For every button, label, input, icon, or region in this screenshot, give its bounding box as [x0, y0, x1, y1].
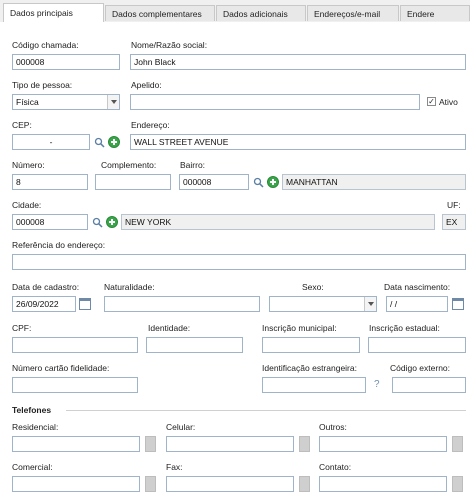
- apelido-label: Apelido:: [131, 80, 162, 90]
- cep-label: CEP:: [12, 120, 32, 130]
- bairro-code-input[interactable]: 000008: [179, 174, 249, 190]
- tab-enderecos-more[interactable]: Endere: [400, 5, 470, 21]
- data-nascimento-label: Data nascimento:: [384, 282, 451, 292]
- tab-dados-complementares[interactable]: Dados complementares: [105, 5, 215, 21]
- codigo-externo-label: Código externo:: [390, 363, 451, 373]
- add-icon: [267, 176, 279, 188]
- referencia-label: Referência do endereço:: [12, 240, 106, 250]
- add-icon: [106, 216, 118, 228]
- sexo-select[interactable]: [269, 296, 377, 312]
- cpf-input[interactable]: [12, 337, 138, 353]
- contato-input[interactable]: [319, 476, 447, 492]
- numero-label: Número:: [12, 160, 45, 170]
- outros-action-button[interactable]: [452, 436, 463, 452]
- uf-label: UF:: [447, 200, 461, 210]
- inscricao-estadual-label: Inscrição estadual:: [369, 323, 440, 333]
- tab-dados-adicionais[interactable]: Dados adicionais: [216, 5, 306, 21]
- naturalidade-label: Naturalidade:: [104, 282, 155, 292]
- tab-enderecos-email[interactable]: Endereços/e-mail: [307, 5, 399, 21]
- fax-label: Fax:: [166, 462, 183, 472]
- inscricao-estadual-input[interactable]: [368, 337, 466, 353]
- cidade-add-button[interactable]: [105, 214, 119, 230]
- codigo-externo-input[interactable]: [392, 377, 466, 393]
- sexo-label: Sexo:: [302, 282, 324, 292]
- cidade-search-button[interactable]: [90, 214, 104, 230]
- tab-dados-principais[interactable]: Dados principais: [3, 3, 104, 23]
- celular-action-button[interactable]: [299, 436, 310, 452]
- codigo-chamada-input[interactable]: 000008: [12, 54, 120, 70]
- data-cadastro-input[interactable]: 26/09/2022: [12, 296, 76, 312]
- complemento-label: Complemento:: [101, 160, 157, 170]
- search-icon: [92, 217, 103, 228]
- search-icon: [253, 177, 264, 188]
- residencial-action-button[interactable]: [145, 436, 156, 452]
- residencial-label: Residencial:: [12, 422, 59, 432]
- identificacao-estrangeira-label: Identificação estrangeira:: [262, 363, 357, 373]
- nome-input[interactable]: John Black: [130, 54, 466, 70]
- endereco-label: Endereço:: [131, 120, 170, 130]
- cartao-fidelidade-input[interactable]: [12, 377, 138, 393]
- comercial-input[interactable]: [12, 476, 140, 492]
- identificacao-estrangeira-input[interactable]: [262, 377, 366, 393]
- tipo-pessoa-value: Física: [16, 97, 39, 107]
- cartao-fidelidade-label: Número cartão fidelidade:: [12, 363, 110, 373]
- nome-label: Nome/Razão social:: [131, 40, 208, 50]
- telefones-divider: [66, 410, 466, 411]
- outros-label: Outros:: [319, 422, 347, 432]
- codigo-chamada-label: Código chamada:: [12, 40, 79, 50]
- tipo-pessoa-label: Tipo de pessoa:: [12, 80, 73, 90]
- endereco-input[interactable]: WALL STREET AVENUE: [130, 134, 466, 150]
- cpf-label: CPF:: [12, 323, 32, 333]
- telefones-title: Telefones: [12, 405, 52, 415]
- search-icon: [94, 137, 105, 148]
- fax-action-button[interactable]: [299, 476, 310, 492]
- numero-input[interactable]: 8: [12, 174, 88, 190]
- inscricao-municipal-label: Inscrição municipal:: [262, 323, 337, 333]
- uf-field: EX: [442, 214, 466, 230]
- bairro-name-field: MANHATTAN: [282, 174, 466, 190]
- identidade-label: Identidade:: [148, 323, 191, 333]
- cidade-name-field: NEW YORK: [121, 214, 435, 230]
- chevron-down-icon[interactable]: [364, 297, 376, 311]
- fax-input[interactable]: [166, 476, 294, 492]
- identidade-input[interactable]: [146, 337, 243, 353]
- bairro-add-button[interactable]: [266, 174, 280, 190]
- cidade-label: Cidade:: [12, 200, 42, 210]
- apelido-input[interactable]: [130, 94, 420, 110]
- cep-add-button[interactable]: [107, 134, 121, 150]
- comercial-action-button[interactable]: [145, 476, 156, 492]
- ativo-checkbox[interactable]: ✓: [427, 97, 436, 106]
- naturalidade-input[interactable]: [104, 296, 260, 312]
- cidade-code-input[interactable]: 000008: [12, 214, 88, 230]
- celular-label: Celular:: [166, 422, 196, 432]
- ativo-label: Ativo: [439, 97, 458, 107]
- data-cadastro-calendar-button[interactable]: [78, 296, 92, 312]
- cep-search-button[interactable]: [92, 134, 106, 150]
- inscricao-municipal-input[interactable]: [262, 337, 360, 353]
- help-icon[interactable]: ?: [374, 380, 380, 390]
- add-icon: [108, 136, 120, 148]
- calendar-icon: [452, 298, 464, 310]
- cep-input[interactable]: -: [12, 134, 90, 150]
- bairro-label: Bairro:: [180, 160, 206, 170]
- contato-label: Contato:: [319, 462, 352, 472]
- chevron-down-icon[interactable]: [107, 95, 119, 109]
- outros-input[interactable]: [319, 436, 447, 452]
- contato-action-button[interactable]: [452, 476, 463, 492]
- data-nascimento-calendar-button[interactable]: [451, 296, 465, 312]
- complemento-input[interactable]: [95, 174, 171, 190]
- residencial-input[interactable]: [12, 436, 140, 452]
- comercial-label: Comercial:: [12, 462, 53, 472]
- data-nascimento-input[interactable]: / /: [386, 296, 448, 312]
- bairro-search-button[interactable]: [251, 174, 265, 190]
- calendar-icon: [79, 298, 91, 310]
- referencia-input[interactable]: [12, 254, 466, 270]
- check-icon: ✓: [428, 97, 435, 106]
- tipo-pessoa-select[interactable]: Física: [12, 94, 120, 110]
- celular-input[interactable]: [166, 436, 294, 452]
- data-cadastro-label: Data de cadastro:: [12, 282, 80, 292]
